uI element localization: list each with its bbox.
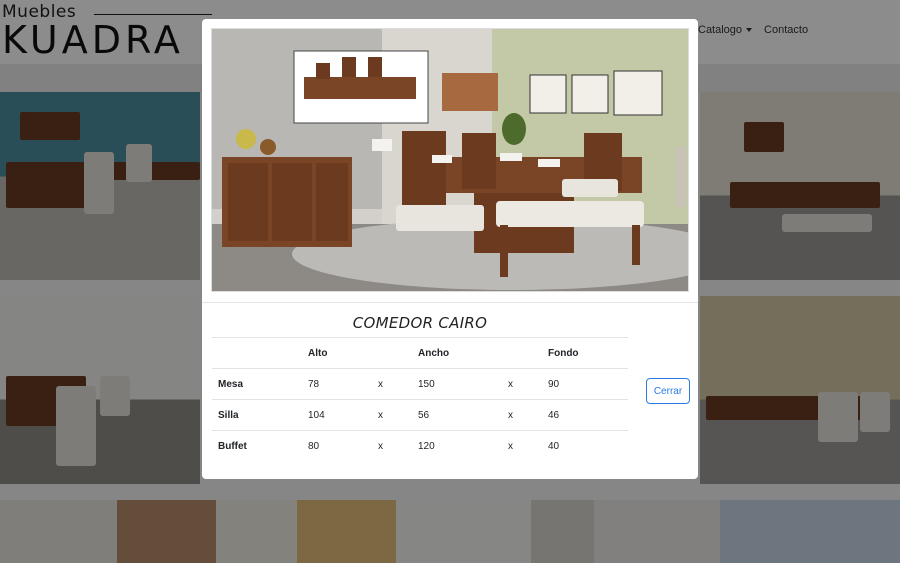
column-header [212,337,302,369]
fondo-cell: 46 [542,399,628,431]
column-header [372,337,412,369]
modal-title: COMEDOR CAIRO [352,314,488,332]
separator-cell: x [372,430,412,462]
separator-cell: x [502,368,542,400]
row-label: Silla [212,399,302,431]
alto-cell: 80 [302,430,372,462]
ancho-cell: 150 [412,368,502,400]
dining-room-illustration [212,29,688,291]
row-label: Buffet [212,430,302,462]
alto-cell: 104 [302,399,372,431]
fondo-cell: 40 [542,430,628,462]
separator-cell: x [372,368,412,400]
modal-divider [202,302,698,303]
product-image [211,28,689,292]
table-row: Silla 104 x 56 x 46 [212,399,628,431]
separator-cell: x [502,430,542,462]
table-header-row: Alto Ancho Fondo [212,337,628,369]
separator-cell: x [502,399,542,431]
ancho-cell: 56 [412,399,502,431]
alto-cell: 78 [302,368,372,400]
column-header-fondo: Fondo [542,337,628,369]
column-header [502,337,542,369]
row-label: Mesa [212,368,302,400]
fondo-cell: 90 [542,368,628,400]
dimensions-table: Alto Ancho Fondo Mesa 78 x 150 x 90 Sill… [212,337,628,462]
column-header-alto: Alto [302,337,372,369]
table-row: Buffet 80 x 120 x 40 [212,430,628,462]
ancho-cell: 120 [412,430,502,462]
close-button[interactable]: Cerrar [646,378,690,404]
separator-cell: x [372,399,412,431]
column-header-ancho: Ancho [412,337,502,369]
product-modal: COMEDOR CAIRO Alto Ancho Fondo Mesa 78 x… [202,19,698,479]
table-row: Mesa 78 x 150 x 90 [212,368,628,400]
